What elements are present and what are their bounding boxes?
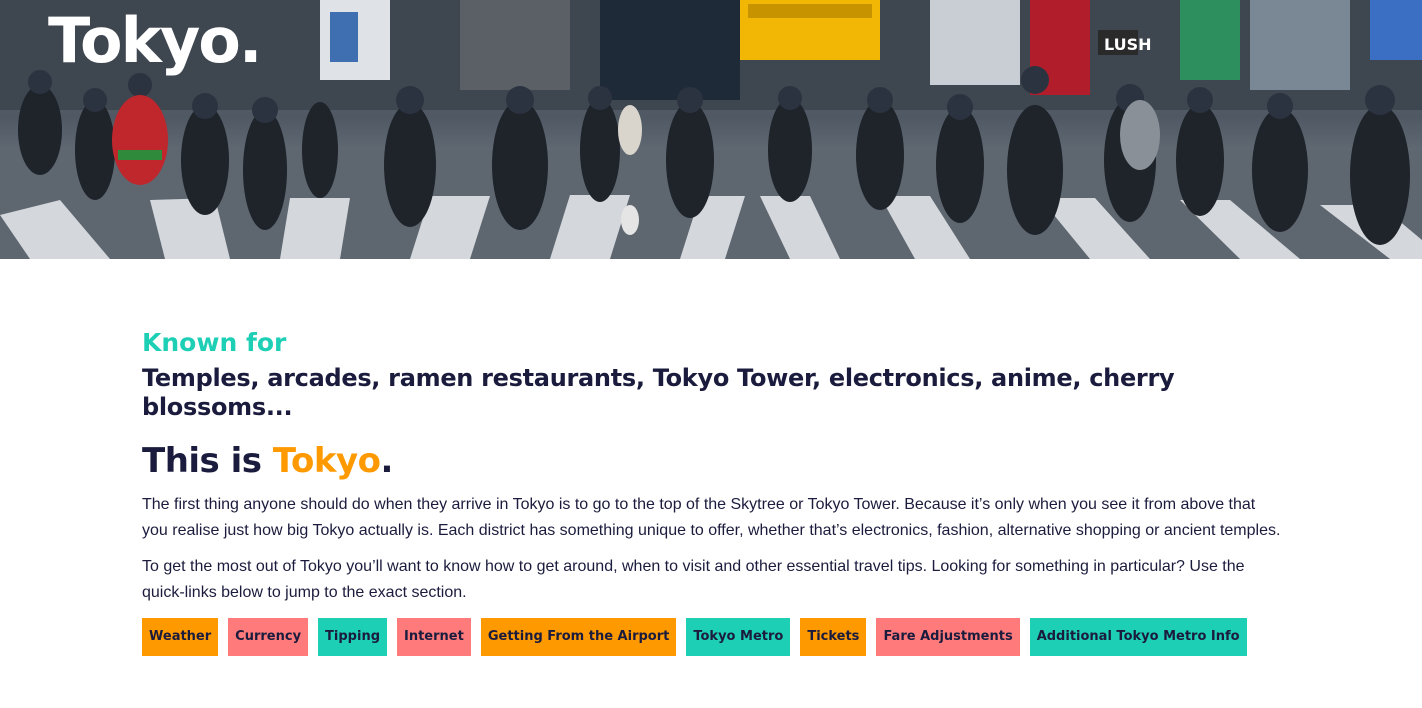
quick-links: Weather Currency Tipping Internet Gettin… — [142, 618, 1282, 656]
tips-paragraph: To get the most out of Tokyo you’ll want… — [142, 558, 1245, 601]
intro-paragraph: The first thing anyone should do when th… — [142, 496, 1281, 539]
heading-suffix: . — [380, 441, 394, 481]
quick-link-fare-adjustments[interactable]: Fare Adjustments — [876, 618, 1020, 656]
quick-link-tipping[interactable]: Tipping — [318, 618, 387, 656]
main-content: Known for Temples, arcades, ramen restau… — [142, 326, 1282, 656]
known-for-text: Temples, arcades, ramen restaurants, Tok… — [142, 364, 1175, 421]
hero-banner: LUSH Tokyo. — [0, 0, 1422, 259]
heading-prefix: This is — [142, 441, 273, 481]
known-for-label: Known for — [142, 328, 287, 357]
quick-link-tickets[interactable]: Tickets — [800, 618, 867, 656]
quick-link-tokyo-metro[interactable]: Tokyo Metro — [686, 618, 791, 656]
page-heading: This is Tokyo. — [142, 440, 1282, 482]
shop-sign: LUSH — [1104, 35, 1152, 54]
quick-link-currency[interactable]: Currency — [228, 618, 309, 656]
quick-link-airport[interactable]: Getting From the Airport — [480, 618, 677, 656]
hero-title: Tokyo. — [48, 4, 262, 77]
quick-link-weather[interactable]: Weather — [142, 618, 219, 656]
quick-link-metro-info[interactable]: Additional Tokyo Metro Info — [1029, 618, 1247, 656]
quick-link-internet[interactable]: Internet — [397, 618, 471, 656]
heading-city: Tokyo — [272, 441, 381, 481]
